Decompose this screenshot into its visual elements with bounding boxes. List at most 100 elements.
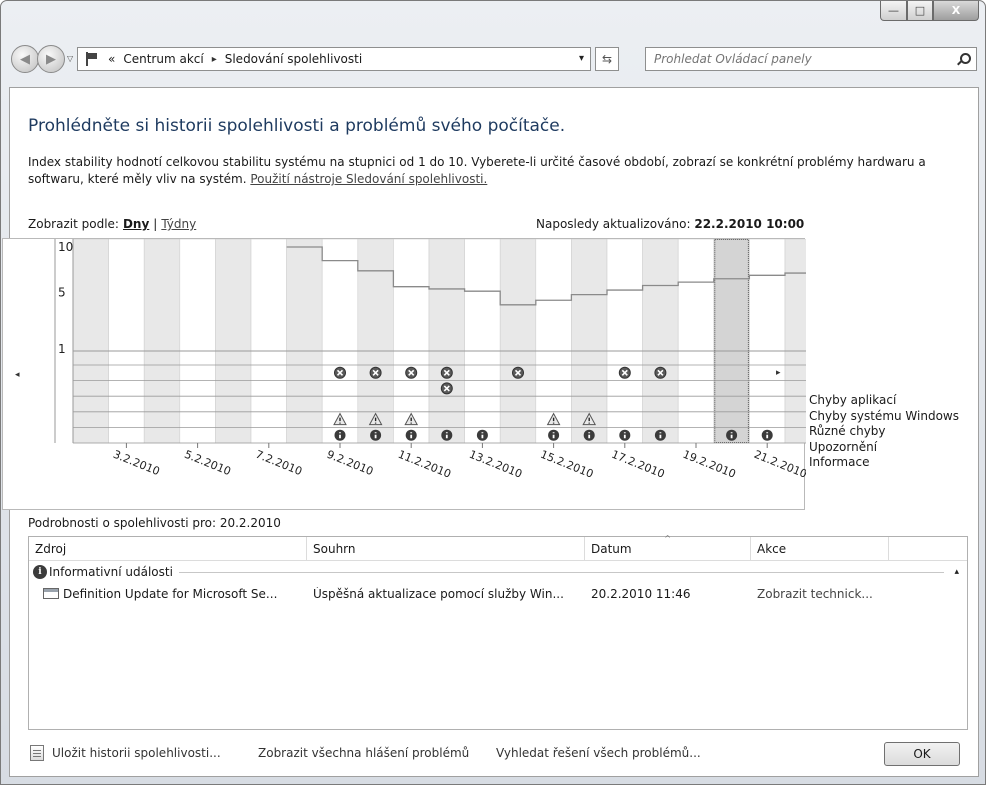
legend-windows-errors: Chyby systému Windows — [809, 408, 959, 423]
view-weeks-link[interactable]: Týdny — [161, 217, 196, 231]
legend-app-errors: Chyby aplikací — [809, 393, 897, 407]
chart-day-column[interactable] — [428, 239, 465, 444]
chart-day-column[interactable] — [321, 239, 359, 444]
x-tick-label: 13.2.2010 — [467, 448, 524, 481]
legend-warnings: Upozornění — [809, 439, 878, 454]
save-history-link[interactable]: Uložit historii spolehlivosti... — [52, 746, 221, 760]
chart-day-column[interactable] — [215, 239, 252, 444]
show-all-reports-link[interactable]: Zobrazit všechna hlášení problémů — [258, 746, 469, 760]
breadcrumb-separator-icon[interactable]: ▸ — [212, 54, 217, 65]
chart-day-column[interactable] — [108, 239, 145, 444]
sort-ascending-icon: ^ — [664, 534, 671, 543]
view-days-link[interactable]: Dny — [123, 217, 149, 231]
action-center-flag-icon — [84, 52, 100, 66]
close-button[interactable]: X — [933, 1, 979, 21]
footer-bar: Uložit historii spolehlivosti... Zobrazi… — [18, 736, 972, 772]
reliability-monitor-window: — □ X ◀ ▶ ▽ « Centrum akcí ▸ Sledování s… — [0, 0, 986, 785]
ok-button[interactable]: OK — [884, 742, 960, 766]
chart-day-column[interactable] — [357, 239, 394, 444]
breadcrumb-reliability-monitor[interactable]: Sledování spolehlivosti — [225, 52, 362, 66]
save-document-icon — [30, 745, 44, 761]
group-label: Informativní události — [49, 565, 173, 579]
chart-day-column[interactable] — [72, 239, 109, 444]
x-tick-label: 21.2.2010 — [752, 448, 806, 481]
back-button[interactable]: ◀ — [11, 45, 39, 73]
x-tick-label: 3.2.2010 — [111, 448, 161, 478]
details-label: Podrobnosti o spolehlivosti pro: 20.2.20… — [28, 516, 281, 530]
x-tick-label: 7.2.2010 — [254, 448, 304, 478]
breadcrumb-action-center[interactable]: Centrum akcí — [123, 52, 203, 66]
view-by-selector: Zobrazit podle: Dny | Týdny — [28, 217, 196, 231]
legend-misc-errors: Různé chyby — [809, 424, 886, 439]
column-filler — [889, 537, 967, 561]
list-header: Zdroj Souhrn Datum ^ Akce — [29, 534, 967, 561]
reliability-chart-svg[interactable]: 10513.2.2010 5.2.2010 7.2.2010 9.2.2010 11.2… — [3, 239, 806, 511]
cell-source-text: Definition Update for Microsoft Se... — [63, 587, 278, 601]
search-box[interactable] — [645, 47, 977, 71]
event-legend: Chyby aplikací Chyby systému Windows Růz… — [809, 393, 959, 471]
main-content: Prohlédněte si historii spolehlivosti a … — [2, 87, 979, 777]
cell-summary: Úspěšná aktualizace pomocí služby Win... — [313, 587, 564, 601]
y-tick-label: 10 — [58, 240, 73, 254]
collapse-group-icon[interactable]: ▴ — [954, 567, 959, 577]
chart-day-column[interactable] — [784, 239, 806, 444]
update-window-icon — [43, 588, 59, 599]
last-updated-value: 22.2.2010 10:00 — [694, 217, 805, 231]
check-solutions-link[interactable]: Vyhledat řešení všech problémů... — [496, 746, 701, 760]
x-tick-label: 17.2.2010 — [610, 448, 667, 481]
search-input[interactable] — [654, 52, 944, 66]
column-date-label: Datum — [591, 542, 632, 556]
forward-button[interactable]: ▶ — [37, 45, 65, 73]
breadcrumb-overflow[interactable]: « — [108, 52, 115, 66]
reliability-chart[interactable]: 10 5 1 3.2.2010 5.2.2010 7.2.2010 9.2.2010 11.2… — [2, 238, 806, 511]
chart-day-column[interactable] — [499, 239, 537, 444]
page-description: Index stability hodnotí celkovou stabili… — [28, 154, 976, 188]
group-header-information[interactable]: i Informativní události ▴ — [29, 561, 967, 583]
y-tick-label: 1 — [58, 342, 66, 356]
address-bar[interactable]: « Centrum akcí ▸ Sledování spolehlivosti… — [77, 47, 591, 71]
address-dropdown-icon[interactable]: ▾ — [579, 53, 584, 64]
page-title: Prohlédněte si historii spolehlivosti a … — [28, 116, 566, 136]
view-technical-details-link[interactable]: Zobrazit technick... — [751, 587, 901, 601]
chart-day-column[interactable] — [713, 239, 750, 444]
cell-source: Definition Update for Microsoft Se... — [29, 587, 307, 601]
last-updated-label: Naposledy aktualizováno: — [536, 217, 691, 231]
table-row[interactable]: Definition Update for Microsoft Se... Ús… — [29, 583, 967, 605]
help-link[interactable]: Použití nástroje Sledování spolehlivosti… — [250, 172, 487, 186]
cell-date: 20.2.2010 11:46 — [591, 587, 691, 601]
chart-day-column[interactable] — [749, 239, 786, 444]
chart-day-column[interactable] — [179, 239, 216, 444]
x-tick-label: 11.2.2010 — [396, 448, 453, 481]
x-tick-label: 9.2.2010 — [325, 448, 375, 478]
view-by-label: Zobrazit podle: — [28, 217, 119, 231]
chart-day-column[interactable] — [250, 239, 287, 444]
refresh-button[interactable]: ⇆ — [595, 47, 619, 71]
chart-day-column[interactable] — [464, 239, 501, 444]
column-source[interactable]: Zdroj — [29, 537, 307, 561]
maximize-button[interactable]: □ — [907, 1, 933, 21]
chart-day-column[interactable] — [535, 239, 572, 444]
minimize-button[interactable]: — — [880, 1, 907, 21]
chart-day-column[interactable] — [143, 239, 181, 444]
x-tick-label: 5.2.2010 — [182, 448, 232, 478]
details-list[interactable]: Zdroj Souhrn Datum ^ Akce i Informativní… — [28, 534, 968, 730]
chart-day-column[interactable] — [393, 239, 430, 444]
group-divider — [178, 571, 945, 573]
scroll-left-icon[interactable]: ◂ — [15, 370, 20, 380]
chart-day-column[interactable] — [571, 239, 608, 444]
y-tick-label: 5 — [58, 285, 66, 299]
chart-day-column[interactable] — [606, 239, 643, 444]
chart-day-column[interactable] — [677, 239, 715, 444]
x-tick-label: 19.2.2010 — [681, 448, 738, 481]
column-date[interactable]: Datum ^ — [585, 534, 751, 561]
chart-day-column[interactable] — [642, 239, 679, 444]
view-separator: | — [153, 217, 158, 231]
chart-day-column[interactable] — [286, 239, 323, 444]
x-tick-label: 15.2.2010 — [538, 448, 595, 481]
search-icon[interactable] — [957, 53, 971, 65]
caption-buttons: — □ X — [880, 1, 979, 21]
column-summary[interactable]: Souhrn — [307, 537, 585, 561]
recent-pages-dropdown-icon[interactable]: ▽ — [67, 54, 73, 63]
column-action[interactable]: Akce — [751, 537, 889, 561]
scroll-right-icon[interactable]: ▸ — [776, 368, 781, 378]
